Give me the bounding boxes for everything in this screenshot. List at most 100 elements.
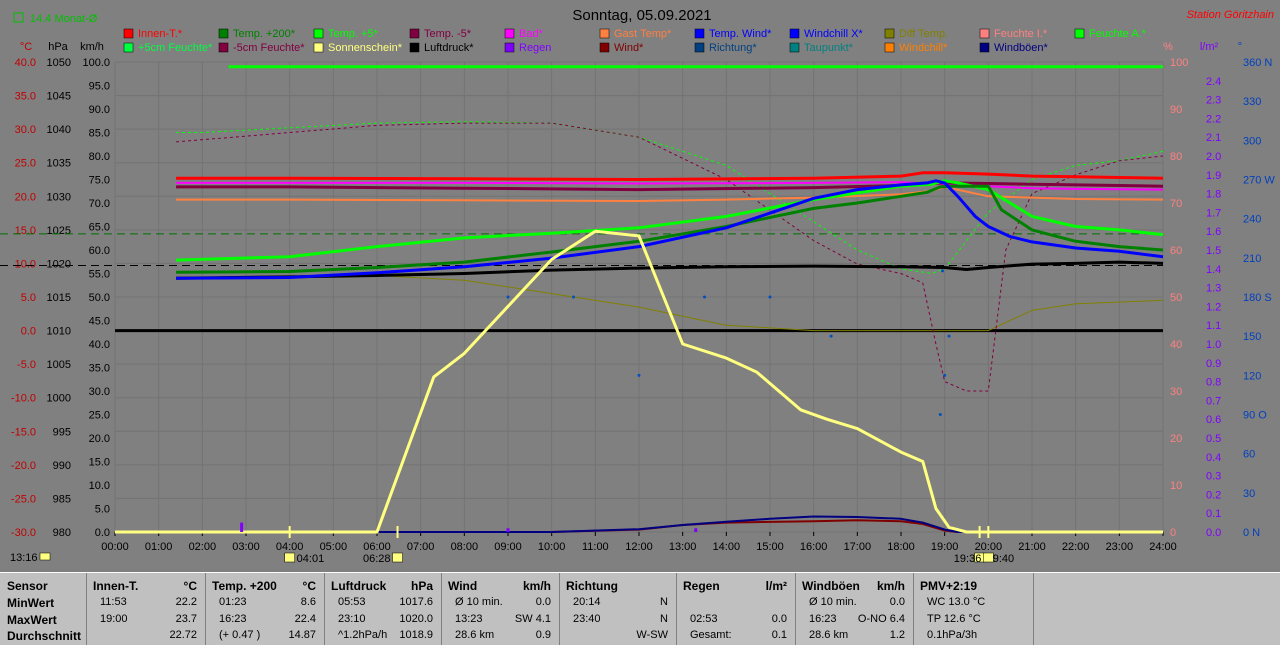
- legend-swatch: [1074, 28, 1085, 39]
- corner-sun-icon: [39, 552, 51, 561]
- y-tick-pressure: 1040: [47, 124, 71, 136]
- legend-swatch: [409, 42, 420, 53]
- stats-cell-avg-label: 28.6 km: [809, 629, 849, 641]
- y-tick-temp: 25.0: [15, 158, 36, 170]
- stats-cell-max-value: 1020.0: [399, 613, 433, 625]
- y-tick-wind: 95.0: [89, 81, 110, 93]
- statistics-table: Sensor MinWert MaxWert Durchschnitt Innen-T.…: [0, 572, 1280, 645]
- stats-cell-max-label: TP 12.6 °C: [927, 613, 981, 625]
- y-tick-rain: 2.3: [1206, 95, 1221, 107]
- axis-unit-direction: °: [1238, 41, 1242, 53]
- y-tick-humidity: 60: [1170, 245, 1182, 257]
- y-tick-wind: 60.0: [89, 245, 110, 257]
- stats-cell-max-value: 23.7: [175, 613, 197, 625]
- legend-label: Temp. -5*: [424, 28, 472, 40]
- legend-label: Windchill*: [899, 42, 948, 54]
- y-tick-wind: 50.0: [89, 292, 110, 304]
- y-tick-rain: 0.7: [1206, 395, 1221, 407]
- y-tick-rain: 1.0: [1206, 339, 1221, 351]
- y-tick-direction: 60: [1243, 449, 1255, 461]
- legend-swatch: [694, 42, 705, 53]
- legend-label: Windchill X*: [804, 28, 863, 40]
- stats-cell-avg-label: 28.6 km: [455, 629, 495, 641]
- legend-label: Temp. Wind*: [709, 28, 772, 40]
- legend-label: Wind*: [614, 42, 644, 54]
- stats-cell-min-label: 01:23: [219, 596, 247, 608]
- y-tick-rain: 2.1: [1206, 132, 1221, 144]
- y-tick-temp: -5.0: [17, 359, 36, 371]
- stats-cell-min-value: 0.0: [889, 596, 905, 608]
- sun-marker-label: 04:01: [297, 553, 325, 565]
- axis-unit-pressure: hPa: [48, 41, 68, 53]
- stats-column-unit: l/m²: [765, 579, 787, 593]
- x-tick-label: 04:00: [276, 541, 304, 553]
- y-tick-temp: 40.0: [15, 57, 36, 69]
- x-tick-label: 00:00: [101, 541, 129, 553]
- sun-marker-icon: [284, 552, 295, 563]
- legend-swatch: [218, 28, 229, 39]
- y-tick-pressure: 1050: [47, 57, 71, 69]
- legend-label: Innen-T.*: [138, 28, 183, 40]
- stats-cell-max-label: 13:23: [455, 613, 483, 625]
- legend-label: Gast Temp*: [614, 28, 672, 40]
- y-tick-rain: 0.9: [1206, 358, 1221, 370]
- stats-row-label: MinWert: [7, 596, 55, 610]
- stats-cell-avg-label: ^1.2hPa/h: [338, 629, 388, 641]
- stats-cell-min-label: WC 13.0 °C: [927, 596, 986, 608]
- x-tick-label: 18:00: [887, 541, 915, 553]
- y-tick-pressure: 1035: [47, 158, 71, 170]
- stats-cell-max-label: 23:10: [338, 613, 366, 625]
- x-tick-label: 14:00: [713, 541, 741, 553]
- stats-column-unit: km/h: [876, 579, 905, 593]
- y-tick-direction: 150: [1243, 331, 1261, 343]
- y-tick-humidity: 40: [1170, 339, 1182, 351]
- x-tick-label: 07:00: [407, 541, 435, 553]
- stats-cell-min-value: 1017.6: [399, 596, 433, 608]
- y-tick-pressure: 1020: [47, 258, 71, 270]
- x-tick-label: 03:00: [232, 541, 260, 553]
- legend-swatch: [599, 42, 610, 53]
- y-tick-rain: 1.7: [1206, 207, 1221, 219]
- y-tick-pressure: 1025: [47, 225, 71, 237]
- sun-marker-label: 19:36: [954, 553, 982, 565]
- stats-column-unit: km/h: [522, 579, 551, 593]
- y-tick-temp: -10.0: [11, 393, 36, 405]
- y-tick-pressure: 980: [53, 527, 71, 539]
- y-tick-rain: 0.5: [1206, 433, 1221, 445]
- y-tick-rain: 1.4: [1206, 264, 1221, 276]
- direction-point: [703, 295, 706, 299]
- legend-swatch: [884, 28, 895, 39]
- y-tick-temp: 30.0: [15, 124, 36, 136]
- stats-cell-max-label: 16:23: [219, 613, 247, 625]
- y-tick-rain: 2.0: [1206, 151, 1221, 163]
- legend-label: -5cm Feuchte*: [233, 42, 305, 54]
- stats-cell-max-value: N: [660, 613, 668, 625]
- direction-point: [938, 413, 942, 416]
- y-tick-direction: 120: [1243, 370, 1261, 382]
- stats-row-labels: Sensor MinWert MaxWert Durchschnitt: [0, 573, 87, 645]
- sun-marker-icon: [983, 552, 994, 563]
- legend-swatch: [409, 28, 420, 39]
- stats-cell-avg-value: 14.87: [288, 629, 316, 641]
- y-tick-humidity: 90: [1170, 104, 1182, 116]
- y-tick-pressure: 1010: [47, 326, 71, 338]
- stats-column: Regen l/m² 02:53 0.0 Gesamt: 0.1: [676, 573, 796, 645]
- y-tick-rain: 1.2: [1206, 301, 1221, 313]
- y-tick-direction: 270 W: [1243, 175, 1275, 187]
- direction-point: [829, 334, 833, 338]
- stats-cell-avg-label: 0.1hPa/3h: [927, 629, 978, 641]
- y-tick-rain: 0.6: [1206, 414, 1221, 426]
- y-tick-humidity: 20: [1170, 433, 1182, 445]
- y-tick-pressure: 990: [53, 460, 71, 472]
- direction-point: [768, 295, 772, 299]
- legend-swatch: [313, 28, 324, 39]
- y-tick-pressure: 1000: [47, 393, 71, 405]
- stats-cell-max-label: 23:40: [573, 613, 601, 625]
- x-tick-label: 09:00: [494, 541, 522, 553]
- avg-label: 14.4 Monat-Ø: [30, 13, 98, 25]
- x-tick-label: 15:00: [756, 541, 784, 553]
- stats-column-title: Regen: [683, 579, 720, 593]
- y-tick-humidity: 50: [1170, 292, 1182, 304]
- y-tick-wind: 5.0: [95, 504, 110, 516]
- stats-column-title: Richtung: [566, 579, 618, 593]
